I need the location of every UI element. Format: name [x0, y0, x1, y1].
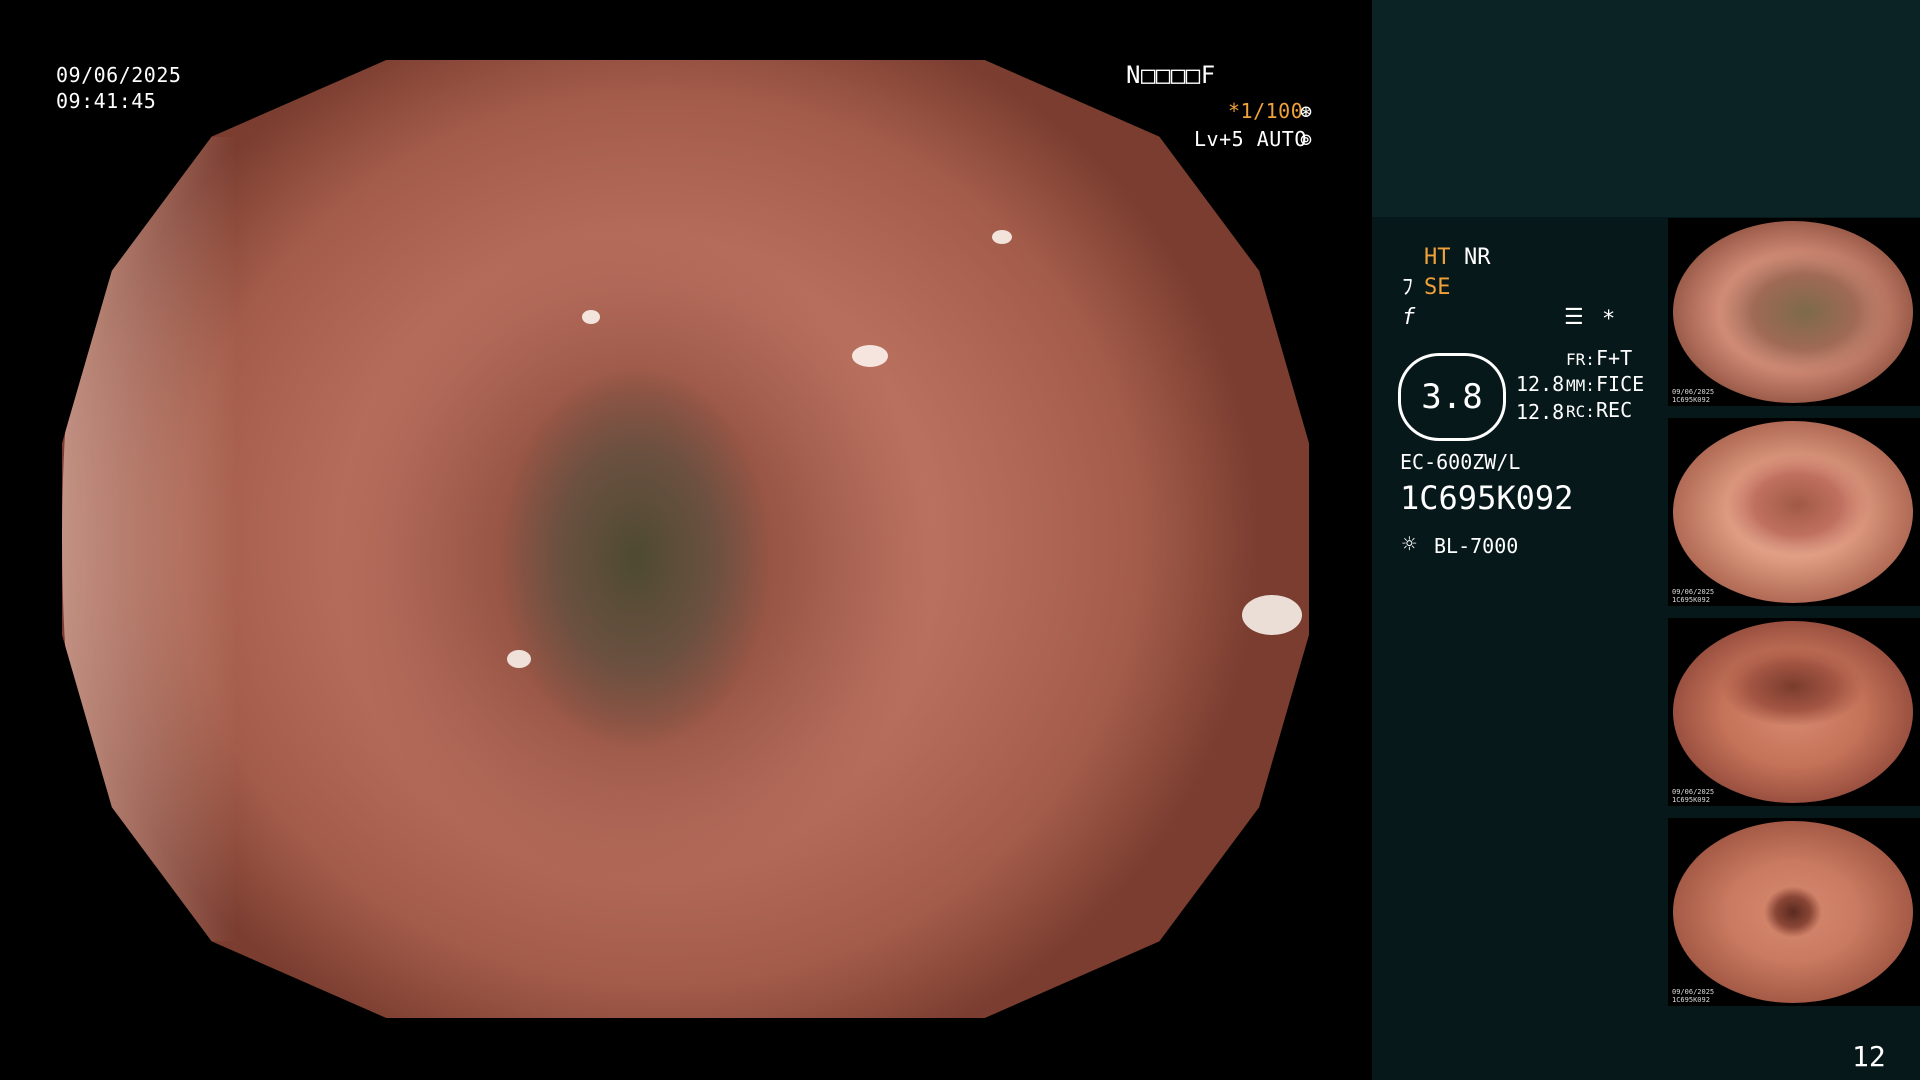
zoom-value: 3.8	[1421, 377, 1483, 417]
fr-value-2: 12.8	[1516, 400, 1565, 424]
image-counter: 12	[1852, 1040, 1886, 1073]
asterisk-indicator: *	[1602, 307, 1616, 332]
thumbnail-1[interactable]: 09/06/2025 1C695K092	[1668, 218, 1920, 406]
fr-label: FR:	[1566, 350, 1595, 369]
exam-date: 09/06/2025	[56, 63, 182, 87]
lamp-icon: ☼	[1402, 530, 1417, 558]
scope-serial: 1C695K092	[1400, 479, 1574, 517]
shutter-speed: *1/100	[1228, 99, 1304, 123]
light-reflection	[507, 650, 531, 668]
rc-label: RC:	[1566, 402, 1595, 421]
se-prefix-icon: ﾌ	[1402, 275, 1414, 300]
thumbnail-caption: 09/06/2025 1C695K092	[1672, 388, 1715, 404]
panel-header-block	[1372, 0, 1920, 217]
light-reflection	[582, 310, 600, 324]
thumbnail-image	[1673, 221, 1913, 403]
thumbnail-caption: 09/06/2025 1C695K092	[1672, 788, 1715, 804]
fr-value-1: 12.8	[1516, 372, 1565, 396]
light-source: BL-7000	[1434, 534, 1519, 558]
thumbnail-image	[1673, 621, 1913, 803]
zoom-indicator: 3.8	[1398, 353, 1506, 441]
thumbnail-2[interactable]: 09/06/2025 1C695K092	[1668, 418, 1920, 606]
thumbnail-3[interactable]: 09/06/2025 1C695K092	[1668, 618, 1920, 806]
patient-name: N□□□□F	[1126, 61, 1216, 89]
endoscopy-view: 09/06/2025 09:41:45 N□□□□F *1/100 ⊛ Lv+5…	[0, 0, 1372, 1080]
light-reflection	[1242, 595, 1302, 635]
mm-mode: FICE	[1596, 372, 1645, 396]
function-icon: f	[1402, 305, 1416, 330]
fr-mode: F+T	[1596, 346, 1633, 370]
nr-indicator: NR	[1464, 245, 1491, 270]
light-reflection	[992, 230, 1012, 244]
exam-time: 09:41:45	[56, 89, 157, 113]
settings-list-icon: ☰	[1564, 305, 1584, 330]
se-indicator: SE	[1424, 275, 1451, 300]
rc-mode: REC	[1596, 398, 1633, 422]
light-reflection	[852, 345, 888, 367]
thumbnail-caption: 09/06/2025 1C695K092	[1672, 988, 1715, 1004]
ht-indicator: HT	[1424, 245, 1451, 270]
thumbnail-image	[1673, 821, 1913, 1003]
thumbnail-4[interactable]: 09/06/2025 1C695K092	[1668, 818, 1920, 1006]
iris-icon: ⊚	[1300, 127, 1313, 151]
thumbnail-caption: 09/06/2025 1C695K092	[1672, 588, 1715, 604]
brightness-level: Lv+5 AUTO	[1194, 127, 1307, 151]
aperture-icon: ⊛	[1300, 99, 1313, 123]
mm-label: MM:	[1566, 376, 1595, 395]
endoscopic-image	[62, 60, 1309, 1018]
scope-model: EC-600ZW/L	[1400, 450, 1521, 474]
mucosa-fold-highlight	[62, 136, 237, 942]
thumbnail-image	[1673, 421, 1913, 603]
